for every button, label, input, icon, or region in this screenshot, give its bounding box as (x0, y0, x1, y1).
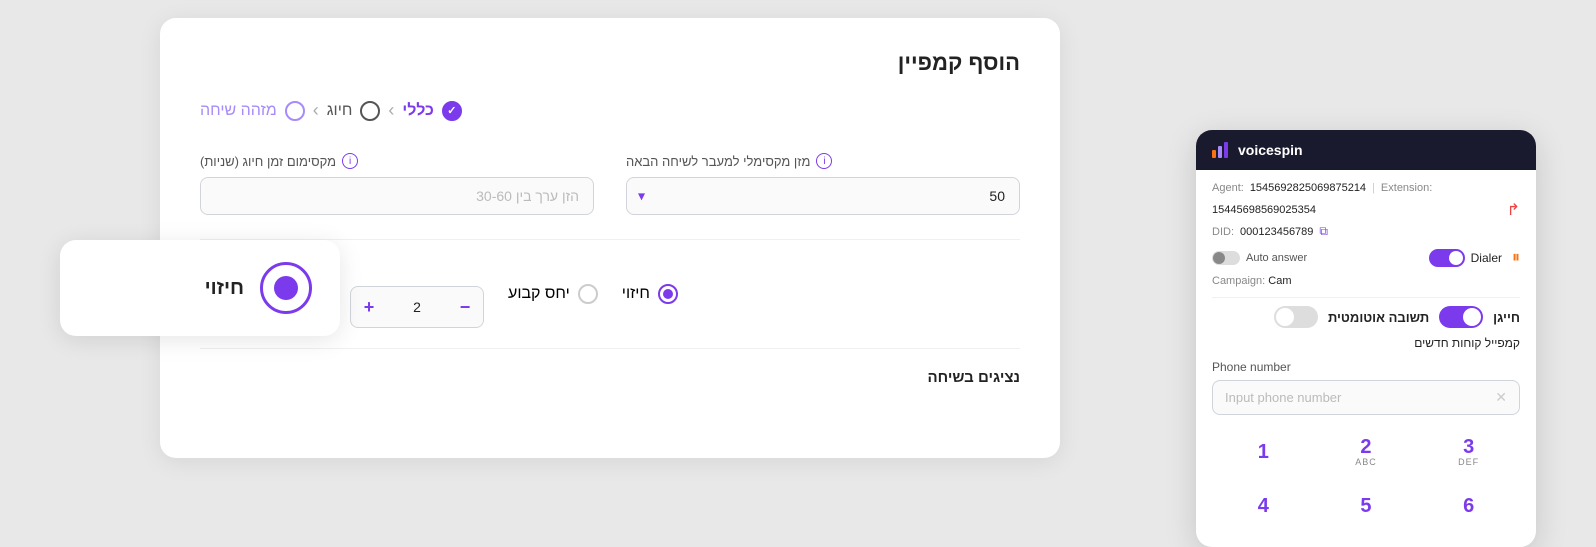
agent-label: Agent: (1212, 182, 1244, 194)
radio-visual-circle (658, 284, 678, 304)
phone-section: Phone number ✕ (1212, 360, 1520, 415)
radio-fixed[interactable]: יחס קבוע (508, 284, 598, 304)
card-title: הוסף קמפיין (200, 50, 1020, 76)
widget-controls: Auto answer Dialer ⏸ (1212, 249, 1520, 267)
info-icon-2[interactable]: i (816, 153, 832, 169)
breadcrumb-step2-circle (360, 101, 380, 121)
breadcrumb-step3-circle (285, 101, 305, 121)
dialer-on-toggle[interactable] (1439, 306, 1483, 328)
radio-visual[interactable]: חיזוי (622, 284, 678, 304)
breadcrumb-step2-label: חיוג (327, 102, 353, 120)
dialpad-num-6: 6 (1463, 496, 1474, 516)
dialpad-num-2: 2 (1360, 437, 1371, 457)
dialpad-letters-3: DEF (1458, 457, 1479, 467)
max-wait-time-group: i מזן מקסימלי למעבר לשיחה הבאה 50 30 60 … (626, 153, 1020, 215)
agents-stepper: − 2 + (350, 286, 484, 328)
phone-number-label: Phone number (1212, 360, 1520, 374)
dialpad-letters-2: ABC (1355, 457, 1377, 467)
dialer-toggle-area: חייגן תשובה אוטומטית (1212, 306, 1520, 328)
agents-increase-button[interactable]: + (351, 287, 387, 327)
max-wait-time-select[interactable]: 50 30 60 90 (626, 177, 1020, 215)
dialer-row: Dialer (1429, 249, 1502, 267)
campaign-label: Campaign: (1212, 275, 1265, 287)
widget-header: voicespin (1196, 130, 1536, 170)
logo-bar-2 (1218, 146, 1222, 158)
breadcrumb-step3-label: מזהה שיחה (200, 102, 277, 120)
dialer-toggle-label: חייגן (1493, 310, 1520, 325)
max-hold-time-group: i מקסימום זמן חיוג (שניות) (200, 153, 594, 215)
auto-reply-toggle[interactable] (1274, 306, 1318, 328)
did-label: DID: (1212, 226, 1234, 238)
did-row: DID: 000123456789 ⧉ (1212, 224, 1520, 239)
dialpad-num-1: 1 (1258, 442, 1269, 462)
max-wait-time-select-wrapper: 50 30 60 90 ▾ (626, 177, 1020, 215)
radio-fixed-circle (578, 284, 598, 304)
dialpad-key-3[interactable]: 3 DEF (1435, 427, 1503, 477)
breadcrumb-arrow1: › (388, 100, 394, 121)
max-hold-time-label: i מקסימום זמן חיוג (שניות) (200, 153, 594, 169)
visual-icon-inner (274, 276, 298, 300)
phone-clear-icon[interactable]: ✕ (1495, 389, 1507, 406)
visual-label: חיזוי (205, 277, 244, 300)
dialer-label: Dialer (1471, 251, 1502, 265)
redirect-icon[interactable]: ↱ (1507, 200, 1520, 220)
campaign-value: Cam (1268, 275, 1291, 287)
visual-icon (260, 262, 312, 314)
voicespin-logo (1212, 142, 1228, 158)
campaign-tag: קמפייל קוחות חדשים (1212, 336, 1520, 350)
widget-divider (1212, 297, 1520, 298)
agents-decrease-button[interactable]: − (447, 287, 483, 327)
breadcrumb-step2[interactable]: חיוג (327, 101, 381, 121)
form-row-1: i מקסימום זמן חיוג (שניות) i מזן מקסימלי… (200, 153, 1020, 215)
extension-label: Extension: (1381, 182, 1432, 194)
voicespin-widget: voicespin Agent: 1545692825069875214 | E… (1196, 130, 1536, 547)
dialpad-num-4: 4 (1258, 496, 1269, 516)
phone-input[interactable] (1225, 390, 1491, 405)
dialpad-row-1: 1 2 ABC 3 DEF (1212, 427, 1520, 477)
divider-2 (200, 348, 1020, 349)
did-value: 000123456789 (1240, 226, 1313, 238)
dialpad-key-5[interactable]: 5 (1332, 481, 1400, 531)
dialpad: 1 2 ABC 3 DEF 4 5 6 (1212, 427, 1520, 531)
auto-answer-label: Auto answer (1246, 252, 1307, 264)
logo-bar-1 (1212, 150, 1216, 158)
dialer-toggle[interactable] (1429, 249, 1465, 267)
dialpad-key-6[interactable]: 6 (1435, 481, 1503, 531)
visual-card: חיזוי (60, 240, 340, 336)
dialpad-key-2[interactable]: 2 ABC (1332, 427, 1400, 477)
campaign-row: Campaign: Cam (1212, 275, 1520, 287)
agents-in-call-label: נציגים בשיחה (200, 369, 1020, 386)
breadcrumb-step1[interactable]: כללי (402, 101, 462, 121)
info-icon-1[interactable]: i (342, 153, 358, 169)
breadcrumb-step1-label: כללי (402, 102, 434, 120)
widget-title: voicespin (1238, 142, 1303, 158)
agents-value: 2 (387, 291, 447, 323)
dialpad-num-5: 5 (1360, 496, 1371, 516)
radio-visual-label: חיזוי (622, 285, 650, 303)
extension-value: 15445698569025354 (1212, 204, 1316, 216)
breadcrumb-arrow2: › (313, 100, 319, 121)
auto-answer-row: Auto answer (1212, 251, 1419, 265)
widget-body: Agent: 1545692825069875214 | Extension: … (1196, 170, 1536, 547)
dialpad-key-1[interactable]: 1 (1229, 427, 1297, 477)
dialpad-row-2: 4 5 6 (1212, 481, 1520, 531)
pipe-separator: | (1372, 182, 1375, 194)
phone-input-row: ✕ (1212, 380, 1520, 415)
auto-answer-toggle[interactable] (1212, 251, 1240, 265)
pause-icon[interactable]: ⏸ (1512, 249, 1520, 267)
agent-value: 1545692825069875214 (1250, 182, 1366, 194)
breadcrumb-step3[interactable]: מזהה שיחה (200, 101, 305, 121)
max-wait-time-label: i מזן מקסימלי למעבר לשיחה הבאה (626, 153, 1020, 169)
dialpad-num-3: 3 (1463, 437, 1474, 457)
dialpad-key-4[interactable]: 4 (1229, 481, 1297, 531)
auto-reply-label: תשובה אוטומטית (1328, 310, 1429, 325)
logo-bar-3 (1224, 142, 1228, 158)
radio-fixed-label: יחס קבוע (508, 285, 570, 303)
max-hold-time-input[interactable] (200, 177, 594, 215)
breadcrumb: מזהה שיחה › חיוג › כללי (200, 100, 1020, 121)
agent-info-row: Agent: 1545692825069875214 | Extension: … (1212, 182, 1520, 220)
campaign-card: הוסף קמפיין מזהה שיחה › חיוג › כללי i מק… (160, 18, 1060, 458)
breadcrumb-step1-circle (442, 101, 462, 121)
copy-icon[interactable]: ⧉ (1319, 224, 1328, 239)
